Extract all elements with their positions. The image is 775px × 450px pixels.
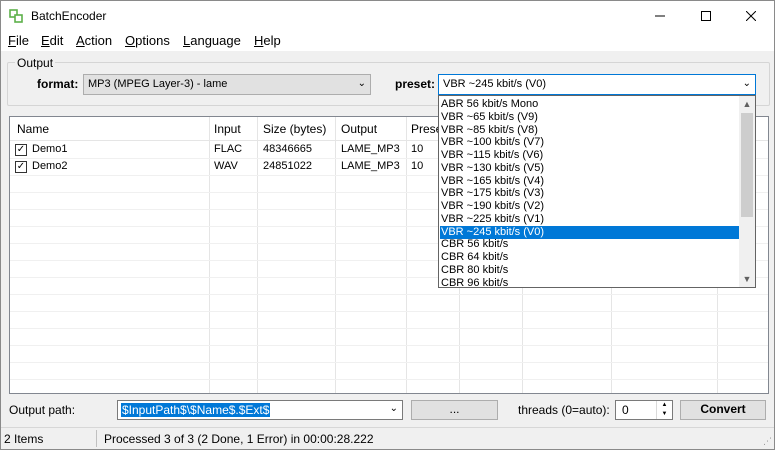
browse-button[interactable]: ... (411, 400, 498, 420)
preset-option[interactable]: VBR ~65 kbit/s (V9) (440, 111, 740, 124)
menu-options[interactable]: Options (125, 33, 170, 48)
chevron-down-icon: ⌄ (742, 78, 751, 89)
row-divider (10, 294, 768, 295)
status-message: Processed 3 of 3 (2 Done, 1 Error) in 00… (104, 432, 374, 446)
output-path-input[interactable]: $InputPath$\$Name$.$Ext$ (121, 403, 271, 417)
row-divider (10, 345, 768, 346)
row-divider (10, 362, 768, 363)
spin-buttons: ▲ ▼ (656, 401, 672, 419)
threads-value[interactable]: 0 (622, 403, 629, 417)
column-input[interactable]: Input (214, 122, 241, 136)
preset-option[interactable]: VBR ~225 kbit/s (V1) (440, 213, 740, 226)
app-icon (9, 9, 23, 23)
preset-option[interactable]: CBR 64 kbit/s (440, 251, 740, 264)
row-divider (10, 379, 768, 380)
column-size[interactable]: Size (bytes) (263, 122, 326, 136)
status-separator (96, 430, 97, 447)
spin-down-icon[interactable]: ▼ (657, 410, 672, 419)
chevron-down-icon[interactable]: ⌄ (390, 403, 398, 414)
preset-dropdown-list[interactable]: ABR 56 kbit/s Mono VBR ~65 kbit/s (V9) VBR… (438, 95, 756, 288)
column-name[interactable]: Name (17, 122, 49, 136)
spin-up-icon[interactable]: ▲ (657, 401, 672, 410)
cell-name: Demo2 (32, 160, 68, 172)
row-divider (10, 311, 768, 312)
menu-bar: File Edit Action Options Language Help (1, 31, 774, 51)
cell-output: LAME_MP3 (341, 160, 400, 172)
app-window: BatchEncoder File Edit Action Options La… (0, 0, 775, 450)
chevron-down-icon: ⌄ (357, 78, 366, 89)
menu-help[interactable]: Help (254, 33, 281, 48)
scroll-up-icon[interactable]: ▲ (739, 96, 755, 112)
preset-option[interactable]: ABR 56 kbit/s Mono (440, 98, 740, 111)
preset-option[interactable]: VBR ~165 kbit/s (V4) (440, 175, 740, 188)
title-bar: BatchEncoder (1, 1, 774, 31)
window-title: BatchEncoder (31, 9, 107, 23)
menu-action[interactable]: Action (76, 33, 112, 48)
preset-option[interactable]: CBR 96 kbit/s (440, 277, 740, 288)
preset-option[interactable]: VBR ~85 kbit/s (V8) (440, 124, 740, 137)
preset-option[interactable]: VBR ~175 kbit/s (V3) (440, 187, 740, 200)
menu-file[interactable]: File (8, 33, 29, 48)
preset-option[interactable]: CBR 56 kbit/s (440, 238, 740, 251)
cell-output: LAME_MP3 (341, 143, 400, 155)
menu-language[interactable]: Language (183, 33, 241, 48)
format-select[interactable]: MP3 (MPEG Layer-3) - lame ⌄ (83, 74, 371, 95)
cell-preset: 10 (411, 143, 424, 155)
format-value: MP3 (MPEG Layer-3) - lame (88, 78, 228, 90)
threads-stepper[interactable]: 0 ▲ ▼ (615, 400, 673, 420)
output-group-label: Output (15, 56, 56, 70)
row-checkbox[interactable]: ✓ (15, 144, 27, 156)
maximize-button[interactable] (683, 1, 729, 31)
minimize-button[interactable] (637, 1, 683, 31)
preset-option[interactable]: VBR ~130 kbit/s (V5) (440, 162, 740, 175)
dropdown-scrollbar[interactable]: ▲ ▼ (739, 96, 755, 287)
status-items: 2 Items (4, 432, 44, 446)
output-path-combo[interactable]: $InputPath$\$Name$.$Ext$ ⌄ (117, 400, 403, 420)
scroll-down-icon[interactable]: ▼ (739, 271, 755, 287)
cell-size: 24851022 (263, 160, 312, 172)
cell-input: WAV (214, 160, 238, 172)
menu-edit[interactable]: Edit (41, 33, 63, 48)
column-output[interactable]: Output (341, 122, 377, 136)
output-path-label: Output path: (9, 403, 76, 417)
cell-size: 48346665 (263, 143, 312, 155)
maximize-icon (701, 11, 711, 21)
cell-input: FLAC (214, 143, 243, 155)
close-button[interactable] (728, 1, 774, 31)
preset-value: VBR ~245 kbit/s (V0) (443, 78, 547, 90)
preset-option[interactable]: VBR ~115 kbit/s (V6) (440, 149, 740, 162)
minimize-icon (655, 15, 665, 17)
row-divider (10, 328, 768, 329)
status-bar: 2 Items Processed 3 of 3 (2 Done, 1 Erro… (1, 427, 774, 449)
close-icon (746, 11, 756, 21)
preset-select[interactable]: VBR ~245 kbit/s (V0) ⌄ (438, 74, 756, 95)
threads-label: threads (0=auto): (518, 403, 610, 417)
row-checkbox[interactable]: ✓ (15, 161, 27, 173)
preset-option[interactable]: VBR ~190 kbit/s (V2) (440, 200, 740, 213)
preset-option[interactable]: VBR ~100 kbit/s (V7) (440, 136, 740, 149)
preset-option[interactable]: VBR ~245 kbit/s (V0) (439, 224, 741, 240)
scroll-thumb[interactable] (741, 113, 753, 217)
preset-label: preset: (395, 77, 436, 91)
preset-option[interactable]: CBR 80 kbit/s (440, 264, 740, 277)
resize-grip-icon[interactable]: ⋰ (763, 436, 772, 447)
convert-button[interactable]: Convert (680, 400, 766, 420)
cell-preset: 10 (411, 160, 424, 172)
cell-name: Demo1 (32, 143, 68, 155)
format-label: format: (37, 77, 79, 91)
